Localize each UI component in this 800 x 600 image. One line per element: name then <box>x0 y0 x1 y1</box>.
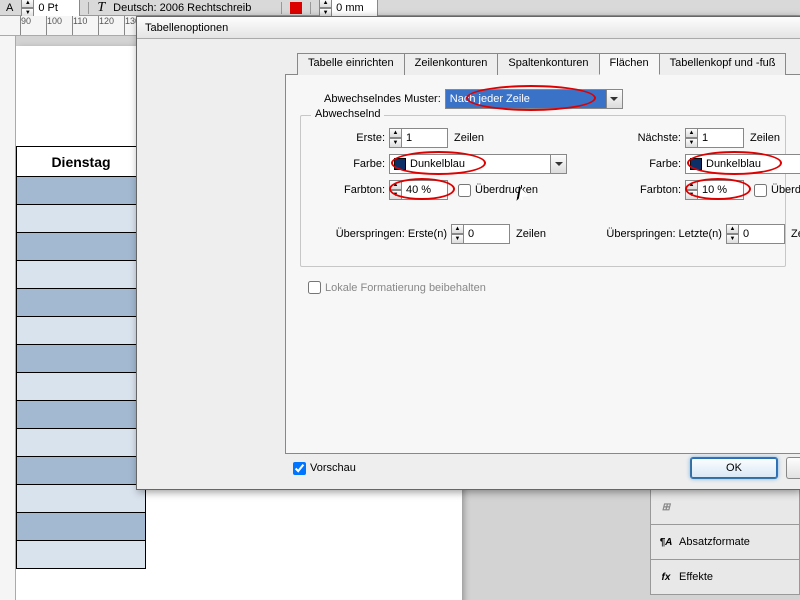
panel-effekte[interactable]: fx Effekte <box>650 560 800 595</box>
first-color-label: Farbe: <box>311 158 389 170</box>
first-column: Erste: ▲▼ Zeilen Farbe: Dunkelblau <box>311 128 567 206</box>
table-row <box>17 177 146 205</box>
right-panel-stack: ⊞ ¶A Absatzformate fx Effekte <box>650 490 800 595</box>
skip-first-spinner[interactable]: ▲▼ <box>451 224 510 244</box>
first-tint-spinner[interactable]: ▲▼ <box>389 180 448 200</box>
tab-header-footer[interactable]: Tabellenkopf und -fuß <box>659 53 787 75</box>
table-row <box>17 513 146 541</box>
tab-fills[interactable]: Flächen <box>599 53 660 75</box>
app-toolbar: A ▲▼ T Deutsch: 2006 Rechtschreib ▲▼ <box>0 0 800 16</box>
panel-label: Effekte <box>679 571 713 583</box>
table-row <box>17 233 146 261</box>
next-count-label: Nächste: <box>607 132 685 144</box>
panel-zellformate[interactable]: ⊞ <box>650 490 800 525</box>
table-row <box>17 429 146 457</box>
skip-first-label: Überspringen: Erste(n) <box>311 228 451 240</box>
table-row <box>17 373 146 401</box>
lang-field: Deutsch: 2006 Rechtschreib <box>113 2 273 14</box>
next-color-select[interactable]: Dunkelblau <box>685 154 800 174</box>
first-tint-input[interactable] <box>402 180 448 200</box>
next-count-spinner[interactable]: ▲▼ <box>685 128 744 148</box>
fx-icon: fx <box>659 570 673 584</box>
mm-spinner[interactable]: ▲▼ <box>319 0 378 18</box>
cancel-button-partial[interactable] <box>786 457 800 479</box>
first-color-value: Dunkelblau <box>410 158 465 170</box>
table-row <box>17 401 146 429</box>
pt-spinner[interactable]: ▲▼ <box>21 0 80 18</box>
paragraph-icon: ¶A <box>659 535 673 549</box>
next-count-input[interactable] <box>698 128 744 148</box>
chevron-down-icon <box>606 90 622 108</box>
table-icon: ⊞ <box>659 500 673 514</box>
unit-label: Zeilen <box>750 132 780 144</box>
table-row <box>17 485 146 513</box>
table-row <box>17 317 146 345</box>
first-count-label: Erste: <box>311 132 389 144</box>
table-options-dialog: Tabellenoptionen Tabelle einrichten Zeil… <box>136 16 800 490</box>
table-row <box>17 289 146 317</box>
first-count-spinner[interactable]: ▲▼ <box>389 128 448 148</box>
unit-label: Zeilen <box>791 228 800 240</box>
skip-first-input[interactable] <box>464 224 510 244</box>
first-tint-label: Farbton: <box>311 184 389 196</box>
preserve-formatting-check[interactable]: Lokale Formatierung beibehalten <box>308 281 486 294</box>
first-color-select[interactable]: Dunkelblau <box>389 154 567 174</box>
italic-icon: T <box>97 0 105 16</box>
next-color-value: Dunkelblau <box>706 158 761 170</box>
skip-last-spinner[interactable]: ▲▼ <box>726 224 785 244</box>
table-header: Dienstag <box>17 147 146 177</box>
panel-absatzformate[interactable]: ¶A Absatzformate <box>650 525 800 560</box>
skip-last-label: Überspringen: Letzte(n) <box>586 228 726 240</box>
workspace: A ▲▼ T Deutsch: 2006 Rechtschreib ▲▼ 90 … <box>0 0 800 600</box>
next-tint-input[interactable] <box>698 180 744 200</box>
unit-label: Zeilen <box>454 132 484 144</box>
unit-label: Zeilen <box>516 228 546 240</box>
tab-setup[interactable]: Tabelle einrichten <box>297 53 405 75</box>
step-up-icon[interactable]: ▲ <box>389 128 402 138</box>
next-column: Nächste: ▲▼ Zeilen Farbe: Dunkelbla <box>607 128 800 206</box>
document-table: Dienstag <box>16 146 146 569</box>
ruler-vertical <box>0 36 16 600</box>
pattern-select[interactable]: Nach jeder Zeile <box>445 89 623 109</box>
alternating-group: Abwechselnd Erste: ▲▼ Zeilen <box>300 115 786 267</box>
dialog-tabstrip: Tabelle einrichten Zeilenkonturen Spalte… <box>297 53 785 75</box>
table-row <box>17 261 146 289</box>
panel-label: Absatzformate <box>679 536 750 548</box>
tab-panel-fills: Abwechselndes Muster: Nach jeder Zeile A… <box>285 74 800 454</box>
next-color-label: Farbe: <box>607 158 685 170</box>
red-swatch-icon <box>290 2 302 14</box>
table-row <box>17 345 146 373</box>
color-swatch-icon <box>394 158 406 170</box>
preview-check[interactable]: Vorschau <box>293 462 356 475</box>
table-row <box>17 205 146 233</box>
pattern-value: Nach jeder Zeile <box>450 93 530 105</box>
skip-last-input[interactable] <box>739 224 785 244</box>
next-tint-label: Farbton: <box>607 184 685 196</box>
pt-label: A <box>6 2 13 14</box>
dialog-button-bar: Vorschau OK <box>285 453 800 483</box>
chevron-down-icon <box>550 155 566 173</box>
color-swatch-icon <box>690 158 702 170</box>
pattern-label: Abwechselndes Muster: <box>324 93 445 105</box>
tab-col-strokes[interactable]: Spaltenkonturen <box>497 53 599 75</box>
table-row <box>17 541 146 569</box>
first-overprint-check[interactable]: Überdrucken <box>458 184 538 197</box>
table-row <box>17 457 146 485</box>
dialog-title: Tabellenoptionen <box>137 17 800 39</box>
ok-button[interactable]: OK <box>690 457 778 479</box>
group-legend: Abwechselnd <box>311 108 384 120</box>
next-overprint-check[interactable]: Überdrucken <box>754 184 800 197</box>
step-down-icon[interactable]: ▼ <box>389 138 402 148</box>
tab-row-strokes[interactable]: Zeilenkonturen <box>404 53 499 75</box>
next-tint-spinner[interactable]: ▲▼ <box>685 180 744 200</box>
first-count-input[interactable] <box>402 128 448 148</box>
